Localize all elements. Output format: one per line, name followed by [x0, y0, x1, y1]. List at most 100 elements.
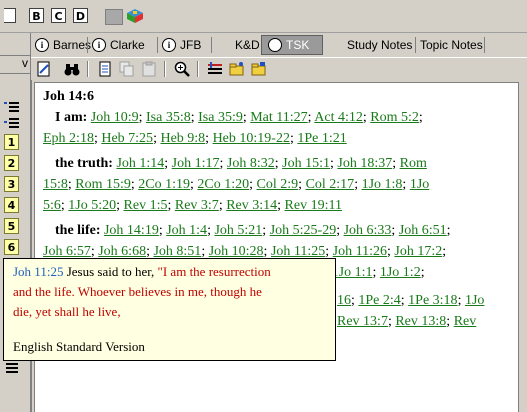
cross-reference-link[interactable]: Rev 13:7: [337, 314, 388, 329]
list-icon[interactable]: [6, 361, 20, 373]
cross-reference-link[interactable]: Rom 15:9: [75, 177, 131, 192]
section-truth-line-1: the truth: Joh 1:14; Joh 1:17; Joh 8:32;…: [55, 156, 427, 171]
cross-reference-link[interactable]: Act 4:12: [314, 110, 363, 125]
list-indent-icon[interactable]: [4, 101, 20, 114]
cross-reference-link[interactable]: Joh 8:32: [227, 156, 275, 171]
folder-open-icon[interactable]: [229, 61, 245, 77]
number-button-5[interactable]: 5: [4, 218, 19, 234]
cross-reference-link[interactable]: Rev 3:7: [175, 198, 219, 213]
cross-reference-link[interactable]: 15:8: [43, 177, 68, 192]
binoculars-icon[interactable]: [64, 61, 80, 77]
section-life-line-1: the life: Joh 14:19; Joh 1:4; Joh 5:21; …: [55, 223, 451, 238]
image-icon[interactable]: [105, 9, 123, 25]
cross-reference-link[interactable]: Mat 11:27: [250, 110, 307, 125]
cross-reference-link[interactable]: Joh 10:28: [209, 244, 264, 259]
checkbox-a[interactable]: [4, 8, 16, 23]
checkbox-c-button[interactable]: C: [51, 8, 66, 23]
cross-reference-link[interactable]: 1Pe 3:18: [408, 293, 457, 308]
cross-reference-link[interactable]: Col 2:9: [257, 177, 299, 192]
cross-reference-link[interactable]: Joh 14:19: [104, 223, 159, 238]
info-icon: i: [92, 38, 106, 52]
cross-reference-link[interactable]: Joh 11:25: [271, 244, 325, 259]
cross-reference-link[interactable]: Joh 1:14: [116, 156, 164, 171]
section-i-am-line-1: I am: Joh 10:9; Isa 35:8; Isa 35:9; Mat …: [55, 110, 423, 125]
tooltip-version: English Standard Version: [13, 339, 145, 354]
cross-reference-link[interactable]: Joh 18:37: [337, 156, 392, 171]
cross-reference-link[interactable]: 2Co 1:19: [138, 177, 190, 192]
tooltip-quote-2: and the life. Whoever believes in me, th…: [13, 284, 262, 299]
cross-reference-link[interactable]: Rev 1:5: [124, 198, 168, 213]
cross-reference-link[interactable]: Rev: [454, 314, 477, 329]
cross-reference-link[interactable]: Joh 11:26: [333, 244, 387, 259]
info-icon: i: [35, 38, 49, 52]
number-button-6[interactable]: 6: [4, 239, 19, 255]
tab-jfb[interactable]: i JFB: [162, 35, 201, 55]
cross-reference-link[interactable]: Rom 5:2: [370, 110, 419, 125]
tab-clarke[interactable]: i Clarke: [92, 35, 145, 55]
cross-reference-link[interactable]: Joh 6:51: [399, 223, 447, 238]
right-edge: [519, 82, 527, 412]
zoom-icon[interactable]: [174, 61, 190, 77]
tab-tsk[interactable]: i TSK: [261, 35, 323, 55]
cross-reference-link[interactable]: 1Pe 1:21: [297, 131, 346, 146]
color-palette-icon[interactable]: [127, 9, 143, 23]
left-panel-tab[interactable]: [0, 33, 30, 56]
cross-reference-link[interactable]: 1Jo 1:8: [362, 177, 403, 192]
checkbox-d-button[interactable]: D: [73, 8, 88, 23]
tooltip-line-1: Joh 11:25 Jesus said to her, "I am the r…: [13, 264, 271, 280]
cross-reference-link[interactable]: Joh 8:51: [153, 244, 201, 259]
number-button-2[interactable]: 2: [4, 155, 19, 171]
cross-reference-link[interactable]: Heb 10:19-22: [213, 131, 290, 146]
cross-reference-link[interactable]: Isa 35:9: [198, 110, 243, 125]
top-toolbar: B C D: [0, 0, 527, 33]
cross-reference-link[interactable]: Rev 3:14: [226, 198, 277, 213]
number-button-1[interactable]: 1: [4, 134, 19, 150]
cross-reference-link[interactable]: Eph 2:18: [43, 131, 94, 146]
tab-kd[interactable]: K&D: [235, 35, 260, 55]
cross-reference-link[interactable]: Joh 15:1: [282, 156, 330, 171]
number-button-3[interactable]: 3: [4, 176, 19, 192]
cross-reference-link[interactable]: Heb 7:25: [101, 131, 153, 146]
list-outdent-icon[interactable]: [4, 117, 20, 130]
cross-reference-link[interactable]: Joh 5:25-29: [270, 223, 337, 238]
checkbox-b-button[interactable]: B: [29, 8, 44, 23]
cross-reference-link[interactable]: Isa 35:8: [146, 110, 191, 125]
tab-barnes[interactable]: i Barnes: [35, 35, 91, 55]
info-icon: i: [268, 38, 282, 52]
cross-reference-link[interactable]: 1Pe 2:4: [358, 293, 400, 308]
folder-save-icon[interactable]: [251, 61, 267, 77]
paste-icon[interactable]: [141, 61, 157, 77]
cross-reference-link[interactable]: Heb 9:8: [160, 131, 205, 146]
number-button-4[interactable]: 4: [4, 197, 19, 213]
left-panel-dropdown[interactable]: v: [0, 56, 30, 74]
cross-reference-link[interactable]: 1Jo: [465, 293, 484, 308]
section-truth-line-3: 5:6; 1Jo 5:20; Rev 1:5; Rev 3:7; Rev 3:1…: [43, 198, 342, 213]
cross-reference-link[interactable]: 2Co 1:20: [197, 177, 249, 192]
cross-reference-link[interactable]: 1Jo 5:20: [68, 198, 116, 213]
cross-reference-link[interactable]: 1Jo: [410, 177, 429, 192]
edit-document-icon[interactable]: [36, 61, 52, 77]
hidden-line-fragment-1: 16; 1Pe 2:4; 1Pe 3:18; 1Jo: [337, 293, 485, 308]
cross-reference-link[interactable]: Joh 6:33: [344, 223, 392, 238]
cross-reference-link[interactable]: Joh 6:68: [98, 244, 146, 259]
cross-reference-link[interactable]: Joh 6:57: [43, 244, 91, 259]
tab-topic-notes[interactable]: Topic Notes: [420, 35, 483, 55]
document-icon[interactable]: [97, 61, 113, 77]
cross-reference-link[interactable]: 1Jo 1:1: [332, 265, 373, 280]
cross-reference-link[interactable]: Joh 5:21: [214, 223, 262, 238]
cross-reference-link[interactable]: Joh 1:17: [172, 156, 220, 171]
cross-reference-link[interactable]: Joh 1:4: [166, 223, 207, 238]
cross-reference-link[interactable]: 16: [337, 293, 351, 308]
cross-reference-link[interactable]: 5:6: [43, 198, 61, 213]
cross-reference-link[interactable]: 1Jo 1:2: [380, 265, 421, 280]
cross-reference-link[interactable]: Rev 19:11: [285, 198, 342, 213]
tab-study-notes[interactable]: Study Notes: [347, 35, 412, 55]
cross-reference-link[interactable]: Rev 13:8: [395, 314, 446, 329]
cross-reference-link[interactable]: Rom: [400, 156, 427, 171]
cross-reference-link[interactable]: Joh 17:2: [394, 244, 442, 259]
copy-icon[interactable]: [119, 61, 135, 77]
chevron-down-icon: v: [22, 56, 28, 70]
options-icon[interactable]: [207, 61, 223, 77]
cross-reference-link[interactable]: Col 2:17: [306, 177, 355, 192]
cross-reference-link[interactable]: Joh 10:9: [91, 110, 139, 125]
